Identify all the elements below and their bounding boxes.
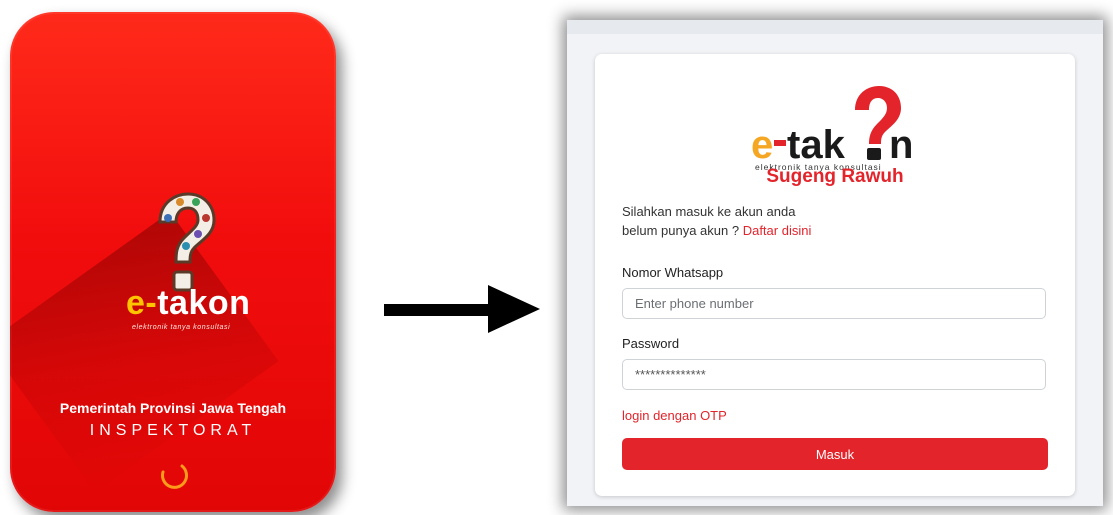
- register-prompt-text: belum punya akun ?: [622, 223, 743, 238]
- password-label: Password: [622, 336, 680, 351]
- password-input[interactable]: [622, 359, 1046, 390]
- spinner-icon: [161, 464, 188, 489]
- splash-logo-prefix: e-: [126, 284, 158, 322]
- svg-text:tak: tak: [787, 123, 846, 167]
- phone-input[interactable]: [622, 288, 1046, 319]
- phone-label: Nomor Whatsapp: [622, 265, 724, 280]
- logo-long-shadow: [10, 212, 279, 493]
- login-card: e tak n elektronik tanya konsultasi Suge…: [595, 54, 1075, 496]
- etakon-logo: e tak n elektronik tanya konsultasi: [751, 86, 913, 172]
- register-prompt: belum punya akun ? Daftar disini: [622, 223, 811, 238]
- splash-screen: e-takon elektronik tanya konsultasi Peme…: [10, 12, 336, 512]
- department-name: INSPEKTORAT: [89, 422, 257, 439]
- welcome-heading: Sugeng Rawuh: [766, 166, 904, 187]
- login-screen: e tak n elektronik tanya konsultasi Suge…: [567, 20, 1103, 506]
- browser-top-bar: [567, 20, 1103, 34]
- splash-logo-tagline: elektronik tanya konsultasi: [132, 324, 231, 331]
- government-name: Pemerintah Provinsi Jawa Tengah: [59, 400, 287, 416]
- intro-text: Silahkan masuk ke akun anda: [622, 204, 796, 219]
- otp-login-link[interactable]: login dengan OTP: [622, 408, 727, 423]
- arrow-right-icon: [384, 285, 540, 333]
- svg-text:n: n: [889, 123, 913, 167]
- splash-logo: e-takon: [126, 284, 250, 323]
- login-button[interactable]: Masuk: [622, 438, 1048, 470]
- splash-logo-name: takon: [157, 284, 251, 322]
- register-link[interactable]: Daftar disini: [743, 223, 812, 238]
- svg-text:e: e: [751, 123, 773, 167]
